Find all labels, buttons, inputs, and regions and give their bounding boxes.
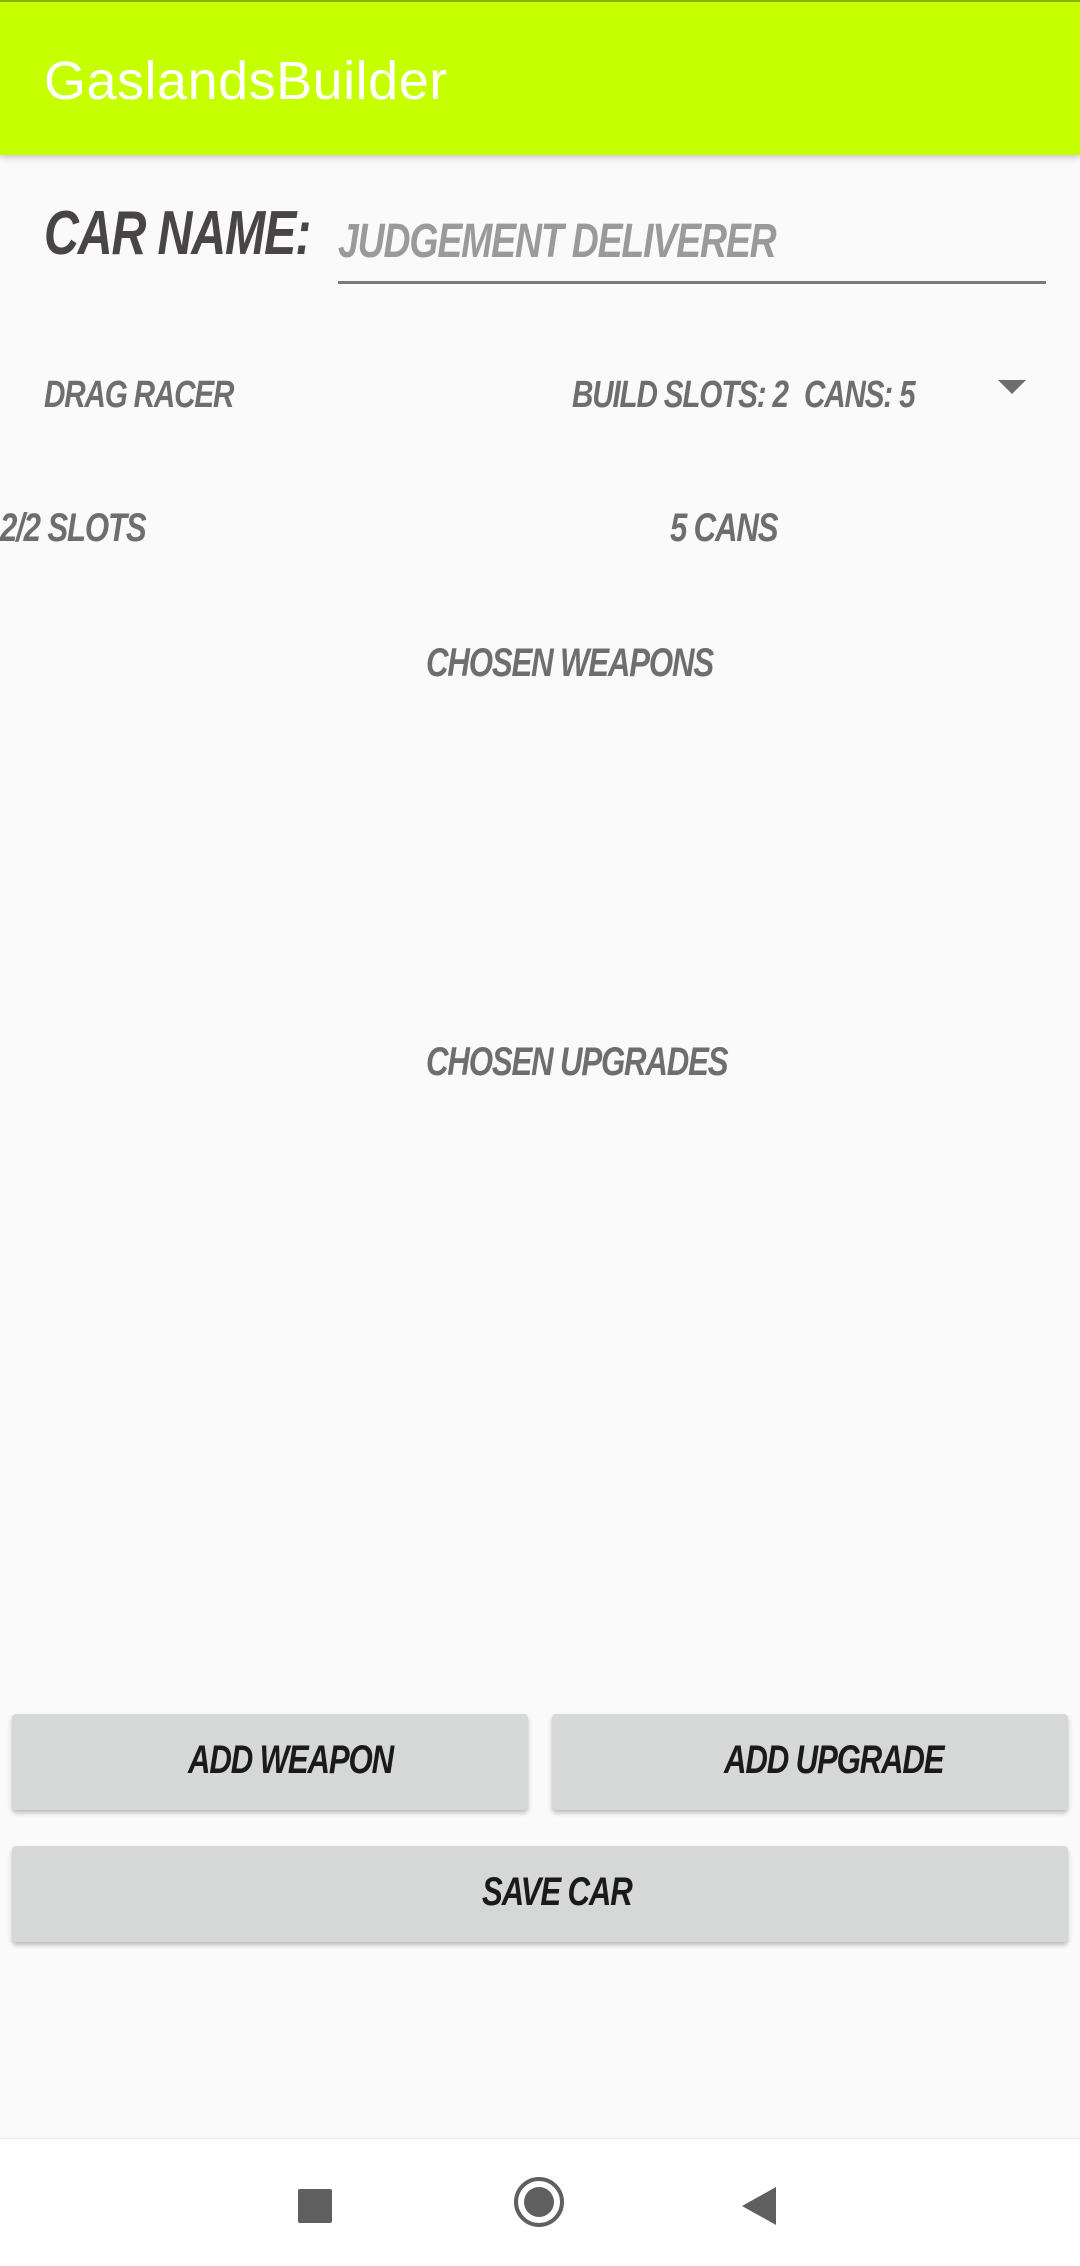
system-nav-bar	[0, 2138, 1080, 2266]
chosen-weapons-heading: CHOSEN WEAPONS	[426, 641, 714, 685]
car-name-input[interactable]: JUDGEMENT DELIVERER	[338, 210, 1046, 284]
add-weapon-label: ADD WEAPON	[188, 1738, 394, 1782]
car-name-value: JUDGEMENT DELIVERER	[338, 215, 777, 268]
app-bar: GaslandsBuilder	[0, 0, 1080, 155]
home-circle-icon[interactable]	[514, 2177, 564, 2227]
car-builder-screen: GaslandsBuilder CAR NAME: JUDGEMENT DELI…	[0, 0, 1080, 2266]
save-car-button[interactable]: SAVE CAR	[12, 1846, 1068, 1942]
slots-used-label: 2/2 SLOTS	[0, 506, 147, 550]
chosen-upgrades-heading: CHOSEN UPGRADES	[426, 1040, 729, 1084]
add-upgrade-button[interactable]: ADD UPGRADE	[552, 1714, 1068, 1810]
build-slots-label: BUILD SLOTS: 2	[572, 374, 789, 416]
add-weapon-button[interactable]: ADD WEAPON	[12, 1714, 528, 1810]
recents-square-icon[interactable]	[298, 2189, 332, 2223]
cans-used-label: 5 CANS	[670, 506, 779, 550]
cans-label: CANS: 5	[804, 374, 916, 416]
home-circle-inner	[524, 2187, 554, 2217]
dropdown-arrow-icon[interactable]	[998, 380, 1026, 394]
vehicle-type-spinner[interactable]: DRAG RACER BUILD SLOTS: 2 CANS: 5	[0, 340, 1080, 450]
car-name-label: CAR NAME:	[44, 199, 311, 268]
vehicle-type-label: DRAG RACER	[44, 374, 234, 416]
add-upgrade-label: ADD UPGRADE	[724, 1738, 945, 1782]
save-car-label: SAVE CAR	[482, 1870, 633, 1914]
app-title: GaslandsBuilder	[44, 51, 448, 111]
back-triangle-icon[interactable]	[742, 2187, 776, 2225]
